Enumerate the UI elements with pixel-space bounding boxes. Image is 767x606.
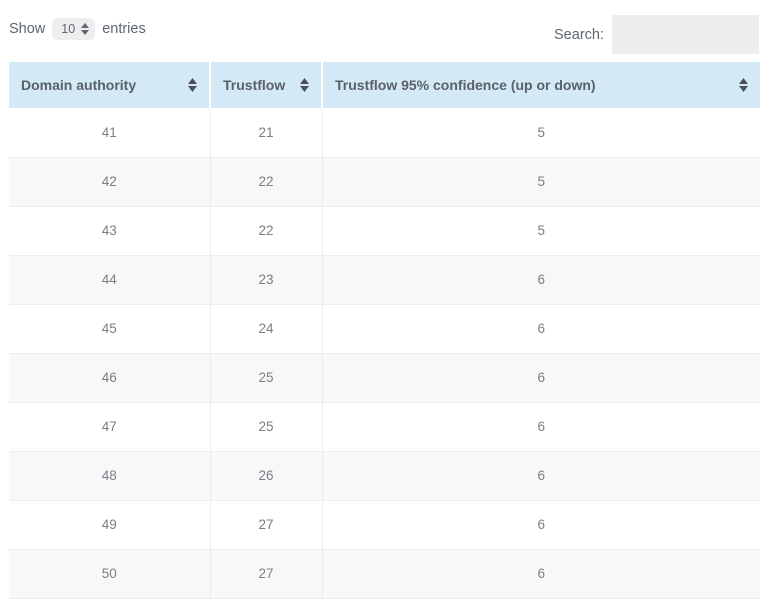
table-scroll-container: Domain authority Trustflow Trustflow 95%… [9,62,760,599]
table-cell-trustflow-confidence: 6 [322,255,760,305]
table-cell-trustflow: 26 [210,451,323,501]
table-cell-trustflow: 25 [210,353,323,403]
table-header: Domain authority Trustflow Trustflow 95%… [9,62,760,108]
page-length-value: 10 [61,22,76,36]
table-cell-trustflow-confidence: 5 [322,206,760,256]
table-cell-trustflow-confidence: 6 [322,304,760,354]
table-cell-domain-authority: 46 [9,353,211,403]
table-cell-domain-authority: 44 [9,255,211,305]
table-cell-domain-authority: 49 [9,500,211,550]
page-length-label-suffix: entries [102,21,146,37]
table-cell-trustflow-confidence: 6 [322,549,760,599]
column-header-domain-authority[interactable]: Domain authority [9,62,211,108]
table-row: 50 27 6 [9,549,760,599]
table-header-row: Domain authority Trustflow Trustflow 95%… [9,62,760,108]
table-cell-trustflow: 22 [210,157,323,207]
column-header-trustflow-confidence[interactable]: Trustflow 95% confidence (up or down) [322,62,760,108]
table-cell-trustflow: 25 [210,402,323,452]
datatable-controls: Show 10 entries Search: [0,0,767,62]
table-row: 43 22 5 [9,206,760,256]
table-cell-trustflow: 27 [210,500,323,550]
table-cell-domain-authority: 42 [9,157,211,207]
search-filter: Search: [554,15,759,54]
page-length-select[interactable]: 10 [52,18,96,40]
table-cell-trustflow-confidence: 6 [322,451,760,501]
table-row: 49 27 6 [9,500,760,550]
table-cell-domain-authority: 48 [9,451,211,501]
table-row: 47 25 6 [9,402,760,452]
sort-up-down-icon[interactable] [188,78,197,92]
sort-up-down-icon[interactable] [300,78,309,92]
column-header-label: Trustflow [223,77,286,93]
page-length-label-prefix: Show [9,21,46,37]
search-label: Search: [554,26,604,43]
table-cell-trustflow-confidence: 6 [322,353,760,403]
table-row: 44 23 6 [9,255,760,305]
table-body: 41 21 5 42 22 5 43 22 5 44 23 6 45 24 6 46 25 6 47 25 6 48 26 6… [9,108,760,599]
table-row: 45 24 6 [9,304,760,354]
sort-up-down-icon[interactable] [739,78,748,92]
search-input[interactable] [612,15,759,54]
table-row: 41 21 5 [9,108,760,158]
table-row: 48 26 6 [9,451,760,501]
column-header-label: Trustflow 95% confidence (up or down) [335,77,596,93]
table-cell-trustflow: 27 [210,549,323,599]
table-cell-domain-authority: 41 [9,108,211,158]
table-cell-trustflow: 22 [210,206,323,256]
table-cell-domain-authority: 43 [9,206,211,256]
table-cell-trustflow-confidence: 6 [322,500,760,550]
table-row: 46 25 6 [9,353,760,403]
table-cell-trustflow-confidence: 5 [322,108,760,158]
table-cell-domain-authority: 47 [9,402,211,452]
table-cell-trustflow: 24 [210,304,323,354]
column-header-label: Domain authority [21,77,137,93]
table-cell-domain-authority: 45 [9,304,211,354]
table-cell-domain-authority: 50 [9,549,211,599]
stepper-up-down-icon [81,23,90,35]
table-row: 42 22 5 [9,157,760,207]
table-cell-trustflow: 21 [210,108,323,158]
data-table: Domain authority Trustflow Trustflow 95%… [9,62,760,599]
column-header-trustflow[interactable]: Trustflow [210,62,323,108]
datatable-wrapper: Show 10 entries Search: Domain authority… [0,0,767,606]
page-length-control: Show 10 entries [9,18,146,40]
table-cell-trustflow: 23 [210,255,323,305]
table-cell-trustflow-confidence: 6 [322,402,760,452]
table-cell-trustflow-confidence: 5 [322,157,760,207]
